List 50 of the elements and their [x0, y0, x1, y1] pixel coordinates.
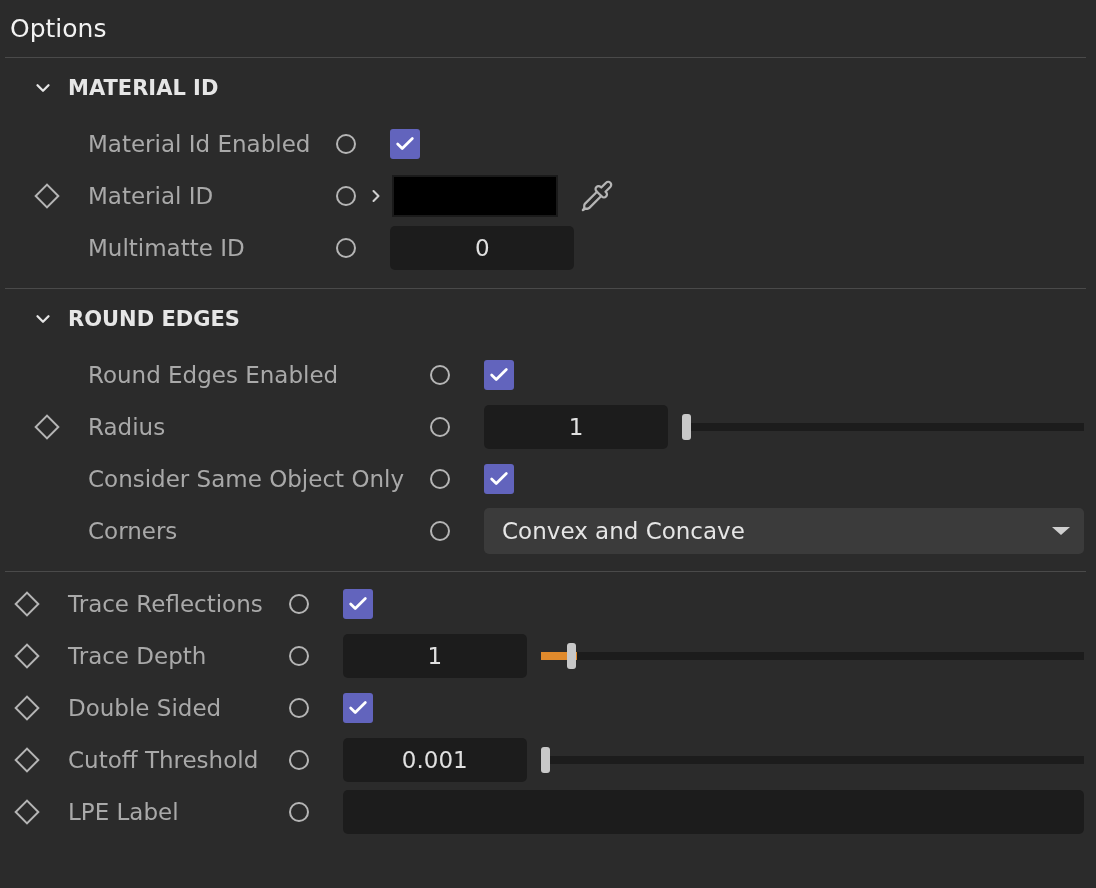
field-label: Material ID — [88, 183, 214, 209]
checkbox[interactable] — [390, 129, 421, 159]
field-label: Double Sided — [68, 695, 222, 721]
field-label: Consider Same Object Only — [88, 466, 405, 492]
animation-icon[interactable] — [336, 238, 357, 258]
caret-icon — [1052, 527, 1070, 535]
field-label: Radius — [88, 414, 166, 440]
field-label: Trace Reflections — [68, 591, 263, 617]
number-field[interactable]: 1 — [484, 405, 669, 449]
field-label: Corners — [88, 518, 178, 544]
eyedropper-icon[interactable] — [580, 179, 615, 213]
animation-icon[interactable] — [288, 594, 309, 614]
checkbox[interactable] — [342, 589, 373, 619]
section-header[interactable]: ROUND EDGES — [32, 303, 1084, 335]
animation-icon[interactable] — [288, 698, 309, 718]
keyframe-icon[interactable] — [14, 643, 40, 669]
slider-thumb[interactable] — [540, 747, 550, 773]
field-label: Round Edges Enabled — [88, 362, 339, 388]
keyframe-icon[interactable] — [14, 747, 40, 773]
animation-icon[interactable] — [430, 365, 451, 385]
field-label: Trace Depth — [68, 643, 207, 669]
keyframe-icon[interactable] — [14, 591, 40, 617]
dropdown[interactable]: Convex and Concave — [484, 508, 1084, 554]
field-label: Cutoff Threshold — [68, 747, 259, 773]
number-field[interactable]: 1 — [342, 634, 527, 678]
keyframe-icon[interactable] — [34, 183, 60, 209]
animation-icon[interactable] — [288, 750, 309, 770]
slider-thumb[interactable] — [567, 643, 577, 669]
keyframe-icon[interactable] — [14, 799, 40, 825]
number-field[interactable]: 0.001 — [342, 738, 527, 782]
keyframe-icon[interactable] — [34, 414, 60, 440]
field-label: Multimatte ID — [88, 235, 245, 261]
section-header[interactable]: MATERIAL ID — [32, 72, 1084, 104]
field-label: Material Id Enabled — [88, 131, 311, 157]
slider-thumb[interactable] — [682, 414, 692, 440]
checkbox[interactable] — [484, 360, 515, 390]
color-swatch[interactable] — [392, 175, 559, 217]
animation-icon[interactable] — [336, 186, 357, 206]
animation-icon[interactable] — [430, 521, 451, 541]
checkbox[interactable] — [484, 464, 515, 494]
animation-icon[interactable] — [430, 469, 451, 489]
animation-icon[interactable] — [288, 646, 309, 666]
checkbox[interactable] — [342, 693, 373, 723]
keyframe-icon[interactable] — [14, 695, 40, 721]
animation-icon[interactable] — [288, 802, 309, 822]
field-label: LPE Label — [68, 799, 179, 825]
panel-title: Options — [9, 13, 108, 45]
number-field[interactable]: 0 — [390, 226, 575, 270]
animation-icon[interactable] — [336, 134, 357, 154]
animation-icon[interactable] — [430, 417, 451, 437]
